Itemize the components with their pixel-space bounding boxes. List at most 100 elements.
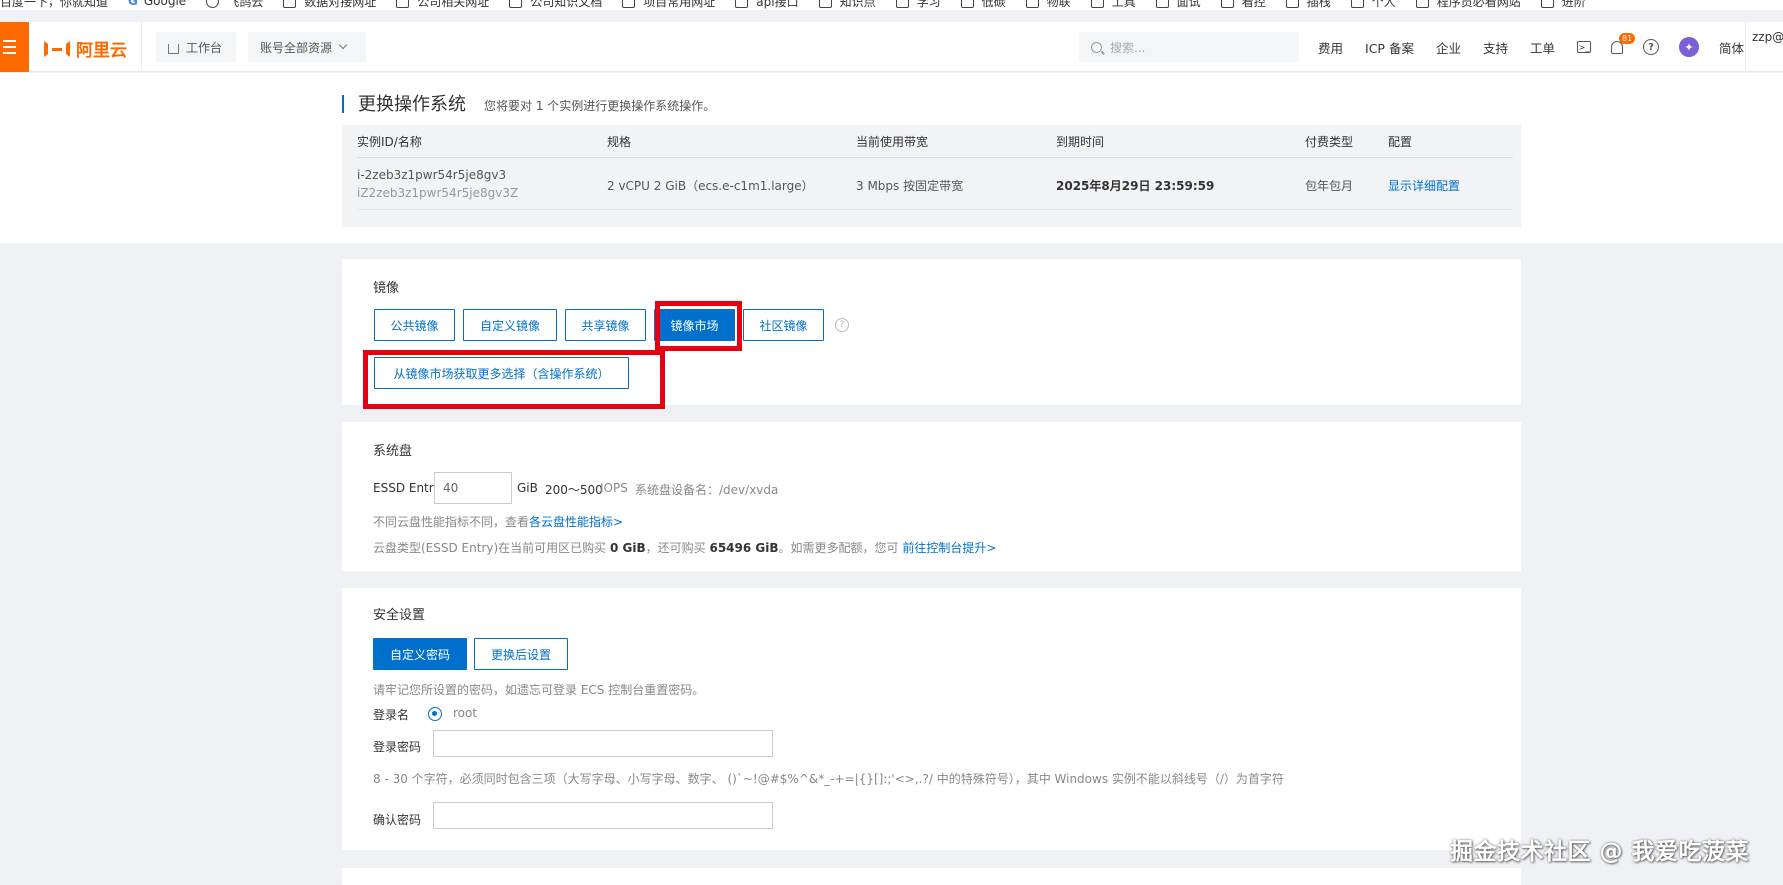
instance-spec: 2 vCPU 2 GiB（ecs.e-c1m1.large） (607, 179, 814, 193)
title-accent-bar (342, 95, 344, 113)
bookmark-label: 公司知识文档 (530, 0, 603, 9)
bookmarks-bar: 百度一下，你就知道 G Google 飞鸽云 数据对接网址 公司相关网址 公司知识… (0, 0, 1783, 10)
password-input[interactable] (433, 730, 773, 757)
show-config-link[interactable]: 显示详细配置 (1388, 177, 1460, 194)
bookmark-item[interactable]: 百度一下，你就知道 (0, 0, 108, 10)
disk-perf-text: 不同云盘性能指标不同，查看 (373, 515, 530, 529)
security-card: 安全设置 自定义密码 更换后设置 请牢记您所设置的密码，如遗忘可登录 ECS 控… (342, 588, 1521, 850)
tab-community-image[interactable]: 社区镜像 (743, 309, 824, 341)
aliyun-logo-icon (44, 40, 70, 57)
workbench-button[interactable]: 工作台 (156, 32, 236, 62)
login-name-label: 登录名 (373, 708, 410, 722)
tab-shared-image[interactable]: 共享镜像 (565, 309, 646, 341)
bookmark-item[interactable]: 学习 (895, 0, 941, 10)
nav-link-icp[interactable]: ICP 备案 (1365, 38, 1414, 57)
nav-divider (1745, 22, 1746, 72)
bookmark-label: 知识点 (839, 0, 876, 9)
nav-link-billing[interactable]: 费用 (1318, 38, 1343, 57)
quota-text: 云盘类型(ESSD Entry)在当前可用区已购买 (373, 541, 607, 555)
bookmark-item[interactable]: 项目常用网址 (622, 0, 715, 10)
bookmark-item[interactable]: 插栈 (1285, 0, 1331, 10)
highlight-box (363, 350, 665, 409)
account-scope-dropdown[interactable]: 账号全部资源 (248, 32, 366, 62)
bookmark-item[interactable]: 进阶 (1540, 0, 1586, 10)
highlight-box (655, 301, 742, 351)
folder-icon (735, 0, 749, 8)
bell-icon[interactable]: 81 (1611, 32, 1636, 54)
bookmark-item[interactable]: 程序员必看网站 (1415, 0, 1521, 10)
bookmark-item[interactable]: 面试 (1155, 0, 1201, 10)
google-icon: G (128, 0, 138, 8)
menu-icon[interactable] (0, 22, 29, 72)
table-divider (357, 157, 1513, 158)
bookmark-item[interactable]: 低碳 (960, 0, 1006, 10)
search-input[interactable]: 搜索... (1079, 32, 1299, 62)
bookmark-item[interactable]: 工具 (1090, 0, 1136, 10)
tab-public-image[interactable]: 公共镜像 (374, 309, 455, 341)
table-divider (357, 209, 1513, 210)
disk-device-label: 系统盘设备名：/dev/xvda (635, 483, 779, 497)
disk-perf-note: 不同云盘性能指标不同，查看各云盘性能指标> (373, 513, 623, 530)
user-account[interactable]: zzp@ (1752, 30, 1783, 44)
system-disk-card: 系统盘 ESSD Entry 40 GiB 200～500 IOPS 系统盘设备… (342, 422, 1521, 571)
disk-type-label: ESSD Entry (373, 481, 441, 495)
instance-name: iZ2zeb3z1pwr54r5je8gv3Z (357, 186, 519, 200)
bookmark-item[interactable]: 公司相关网址 (396, 0, 489, 10)
help-icon[interactable]: ? (1643, 39, 1659, 55)
quota-left: 65496 GiB (709, 541, 779, 555)
avatar[interactable]: ✦ (1679, 37, 1699, 57)
terminal-icon[interactable]: >_ (1577, 41, 1591, 53)
bookmark-item[interactable]: api接口 (735, 0, 799, 10)
folder-icon (1025, 0, 1039, 8)
disk-section-title: 系统盘 (373, 444, 413, 459)
bookmark-label: 物联 (1046, 0, 1071, 9)
notification-badge: 81 (1619, 32, 1636, 44)
disk-iops-label: IOPS (600, 481, 628, 495)
top-nav: 阿里云 工作台 账号全部资源 搜索... 费用 ICP 备案 企业 支持 工单 … (0, 22, 1783, 72)
disk-perf-link[interactable]: 各云盘性能指标> (529, 515, 623, 529)
bookmark-label: 公司相关网址 (417, 0, 490, 9)
image-section-title: 镜像 (373, 281, 400, 296)
page-title: 更换操作系统 您将要对 1 个实例进行更换操作系统操作。 (342, 90, 715, 116)
bookmark-item[interactable]: 个人 (1350, 0, 1396, 10)
instance-table: 实例ID/名称 规格 当前使用带宽 到期时间 付费类型 配置 i-2zeb3z1… (342, 125, 1521, 227)
quota-increase-link[interactable]: 前往控制台提升> (902, 541, 996, 555)
set-later-option[interactable]: 更换后设置 (474, 638, 568, 670)
nav-link-ticket[interactable]: 工单 (1530, 38, 1555, 57)
search-placeholder: 搜索... (1110, 40, 1146, 55)
bookmark-item[interactable]: 公司知识文档 (509, 0, 602, 10)
folder-icon (283, 0, 297, 8)
disk-size-input[interactable]: 40 (434, 472, 512, 504)
aliyun-logo[interactable]: 阿里云 (44, 36, 127, 61)
language-switch[interactable]: 简体 (1719, 38, 1744, 57)
nav-link-support[interactable]: 支持 (1483, 38, 1508, 57)
column-header: 当前使用带宽 (856, 135, 929, 149)
custom-password-option[interactable]: 自定义密码 (373, 638, 467, 670)
instance-bandwidth: 3 Mbps 按固定带宽 (856, 179, 964, 193)
column-header: 到期时间 (1056, 135, 1105, 149)
account-scope-label: 账号全部资源 (260, 40, 333, 55)
bookmark-label: Google (143, 0, 187, 8)
nav-link-enterprise[interactable]: 企业 (1436, 38, 1461, 57)
confirm-password-label: 确认密码 (373, 813, 422, 827)
bookmark-label: 百度一下，你就知道 (0, 0, 109, 9)
bookmark-label: 数据对接网址 (304, 0, 377, 9)
folder-icon (1415, 0, 1429, 8)
column-header: 实例ID/名称 (357, 135, 422, 149)
bookmark-item[interactable]: 物联 (1025, 0, 1071, 10)
column-header: 付费类型 (1305, 135, 1354, 149)
tab-custom-image[interactable]: 自定义镜像 (463, 309, 557, 341)
bookmark-item[interactable]: 数据对接网址 (283, 0, 376, 10)
bookmark-item[interactable]: 飞鸽云 (206, 0, 263, 10)
confirm-password-input[interactable] (433, 802, 773, 829)
bookmark-item[interactable]: 看控 (1220, 0, 1266, 10)
bookmark-item[interactable]: G Google (128, 0, 186, 8)
bookmark-label: 项目常用网址 (643, 0, 716, 9)
login-name-radio[interactable] (428, 707, 442, 721)
folder-icon (396, 0, 410, 8)
password-hint: 请牢记您所设置的密码，如遗忘可登录 ECS 控制台重置密码。 (373, 683, 705, 697)
watermark: 掘金技术社区 @ 我爱吃菠菜 (1450, 839, 1750, 865)
folder-icon (1540, 0, 1554, 8)
help-icon[interactable]: ? (835, 318, 849, 332)
bookmark-item[interactable]: 知识点 (818, 0, 876, 10)
